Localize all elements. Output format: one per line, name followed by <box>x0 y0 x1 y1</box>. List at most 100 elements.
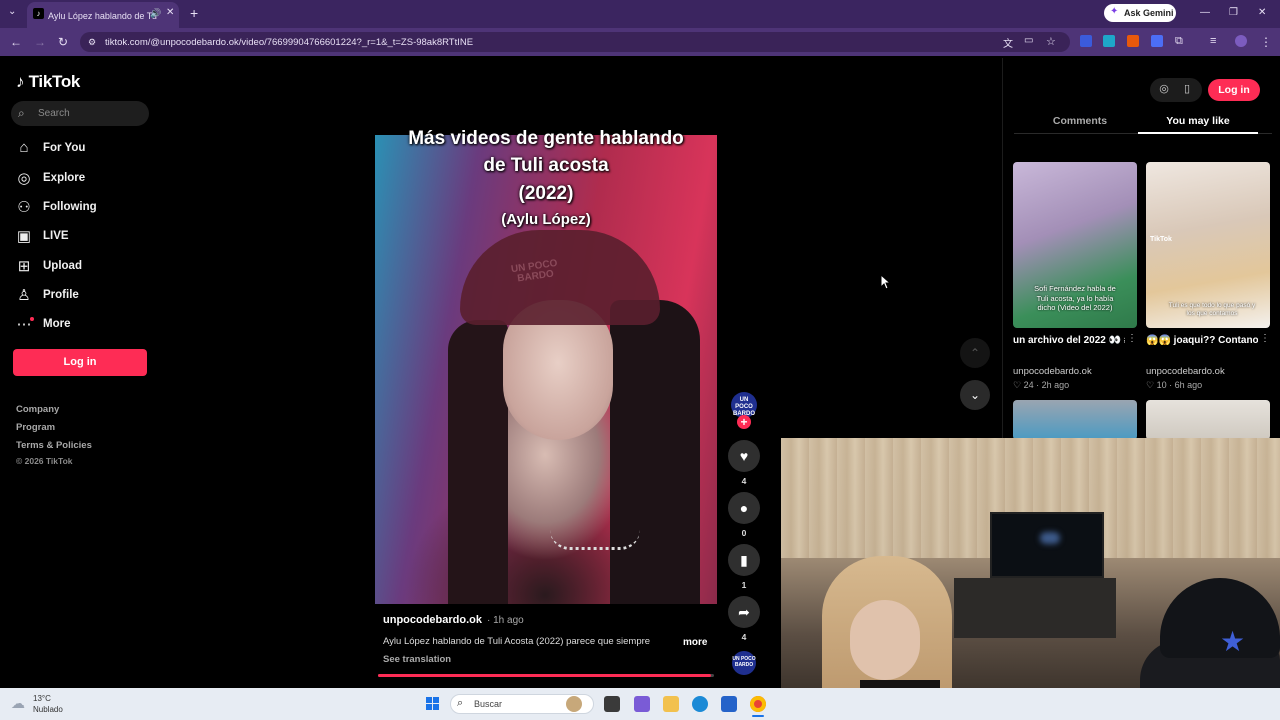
recommended-video-title[interactable]: 😱😱 joaqui?? Contanos el chisme... <box>1146 333 1258 348</box>
gemini-icon: ✦ <box>1110 6 1119 17</box>
share-count: 4 <box>741 632 747 642</box>
file-explorer-icon[interactable] <box>663 696 679 712</box>
search-placeholder: Search <box>38 108 70 119</box>
bookmark-star-icon[interactable]: ☆ <box>1046 35 1056 48</box>
recommended-video-author[interactable]: unpocodebardo.ok <box>1146 366 1225 377</box>
sound-disc[interactable]: UN POCO BARDO <box>732 651 756 675</box>
video-caption-line: de Tuli acosta <box>483 155 609 176</box>
recommended-video-stats: ♡ 10 · 6h ago <box>1146 380 1203 390</box>
footer-link-program[interactable]: Program <box>16 422 55 433</box>
extensions-puzzle-icon[interactable]: ⧉ <box>1175 35 1183 48</box>
profile-icon: ♙ <box>17 287 31 304</box>
recommended-video-author[interactable]: unpocodebardo.ok <box>1013 366 1092 377</box>
video-subject-necklace <box>550 530 640 550</box>
reading-list-icon[interactable]: ≡ <box>1210 35 1216 47</box>
search-icon: ⌕ <box>18 106 25 120</box>
edge-icon[interactable] <box>692 696 708 712</box>
sidebar-item-explore[interactable]: Explore <box>43 172 85 184</box>
new-tab-icon[interactable]: + <box>190 5 198 21</box>
video-time: · 1h ago <box>487 615 524 626</box>
share-icon: ➦ <box>738 604 750 620</box>
tiktok-logo[interactable]: ♪ TikTok <box>16 72 80 92</box>
tab-active-indicator <box>1138 132 1258 134</box>
follow-button[interactable]: + <box>737 415 751 429</box>
extension-translate-icon[interactable] <box>1103 35 1115 47</box>
more-options-icon[interactable]: ⋮ <box>1260 333 1270 344</box>
video-caption-line: Más videos de gente hablando <box>408 128 684 149</box>
thumbnail-caption: Tuli es que todo lo que pasó y los que c… <box>1168 302 1256 317</box>
tiktok-note-icon: ♪ <box>16 72 25 91</box>
cloud-icon[interactable]: ☁ <box>11 695 25 712</box>
comment-button[interactable]: ● <box>728 492 760 524</box>
previous-video-button[interactable]: ⌃ <box>960 338 990 368</box>
footer-link-company[interactable]: Company <box>16 404 59 415</box>
translate-icon[interactable]: 文 <box>1003 35 1013 50</box>
windows-start-icon[interactable] <box>426 697 440 711</box>
recommended-video-title[interactable]: un archivo del 2022 👀 #tuliacosta #lajoa… <box>1013 333 1125 348</box>
task-view-icon[interactable] <box>604 696 620 712</box>
share-button[interactable]: ➦ <box>728 596 760 628</box>
site-info-icon[interactable]: ⚙ <box>88 37 96 48</box>
cast-icon[interactable]: ▭ <box>1024 35 1033 46</box>
video-author[interactable]: unpocodebardo.ok <box>383 614 482 626</box>
tab-title: Aylu López hablando de Tu <box>48 11 157 21</box>
extension-fox-icon[interactable] <box>1127 35 1139 47</box>
recommended-video-thumbnail[interactable] <box>1013 400 1137 440</box>
video-progress-fill <box>378 674 711 677</box>
explore-compass-icon[interactable]: ◎ <box>1155 82 1173 98</box>
comment-count: 0 <box>741 528 747 538</box>
search-input[interactable] <box>11 101 149 126</box>
star-logo-icon: ★ <box>1220 626 1246 657</box>
tab-comments[interactable]: Comments <box>1020 115 1140 127</box>
extension-wave-icon[interactable] <box>1151 35 1163 47</box>
webcam-tv-glow <box>1040 532 1060 544</box>
more-description-button[interactable]: more <box>683 637 707 648</box>
forward-icon[interactable]: → <box>34 35 46 49</box>
ask-gemini-label: Ask Gemini <box>1124 8 1174 18</box>
weather-temperature[interactable]: 13°C <box>33 694 51 703</box>
next-video-button[interactable]: ⌄ <box>960 380 990 410</box>
webcam-tv <box>990 512 1104 578</box>
chrome-menu-icon[interactable]: ⋮ <box>1260 35 1272 49</box>
mouse-cursor-icon <box>880 274 890 290</box>
login-button[interactable]: Log in <box>13 349 147 376</box>
restore-icon[interactable]: ❐ <box>1229 7 1238 18</box>
profile-avatar-icon[interactable] <box>1235 35 1247 47</box>
recommended-video-thumbnail[interactable] <box>1146 400 1270 440</box>
video-description: Aylu López hablando de Tuli Acosta (2022… <box>383 636 651 647</box>
sidebar-item-live[interactable]: LIVE <box>43 230 69 242</box>
sidebar-item-profile[interactable]: Profile <box>43 289 79 301</box>
store-icon[interactable] <box>721 696 737 712</box>
sidebar-item-following[interactable]: Following <box>43 201 97 213</box>
header-login-button[interactable]: Log in <box>1208 79 1260 101</box>
sidebar-item-for-you[interactable]: For You <box>43 142 85 154</box>
url-text[interactable]: tiktok.com/@unpocodebardo.ok/video/76699… <box>105 37 473 48</box>
extension-shield-icon[interactable] <box>1080 35 1092 47</box>
tab-list-icon[interactable]: ⌄ <box>8 6 16 17</box>
tab-you-may-like[interactable]: You may like <box>1138 115 1258 127</box>
sidebar-item-more[interactable]: More <box>43 318 70 330</box>
close-tab-icon[interactable]: ✕ <box>166 7 174 18</box>
more-options-icon[interactable]: ⋮ <box>1127 333 1137 344</box>
get-app-phone-icon[interactable]: ▯ <box>1178 82 1196 98</box>
video-caption-line: (Aylu López) <box>501 211 591 228</box>
close-window-icon[interactable]: ✕ <box>1258 7 1266 18</box>
chevron-up-icon: ⌃ <box>969 346 981 360</box>
minimize-icon[interactable]: — <box>1200 7 1210 18</box>
video-caption-line: (2022) <box>518 183 574 204</box>
search-highlight-icon <box>566 696 582 712</box>
like-button[interactable]: ♥ <box>728 440 760 472</box>
copilot-icon[interactable] <box>634 696 650 712</box>
footer-link-terms[interactable]: Terms & Policies <box>16 440 92 451</box>
heart-outline-icon: ♡ <box>1013 380 1022 390</box>
weather-description[interactable]: Nublado <box>33 705 63 714</box>
audio-playing-icon[interactable]: 🔊 <box>150 8 161 19</box>
see-translation-link[interactable]: See translation <box>383 654 451 665</box>
save-button[interactable]: ▮ <box>728 544 760 576</box>
compass-icon: ◎ <box>17 170 31 187</box>
reload-icon[interactable]: ↻ <box>58 35 68 49</box>
back-icon[interactable]: ← <box>10 35 22 49</box>
sidebar-item-upload[interactable]: Upload <box>43 260 82 272</box>
heart-outline-icon: ♡ <box>1146 380 1155 390</box>
chrome-icon[interactable] <box>750 696 766 712</box>
